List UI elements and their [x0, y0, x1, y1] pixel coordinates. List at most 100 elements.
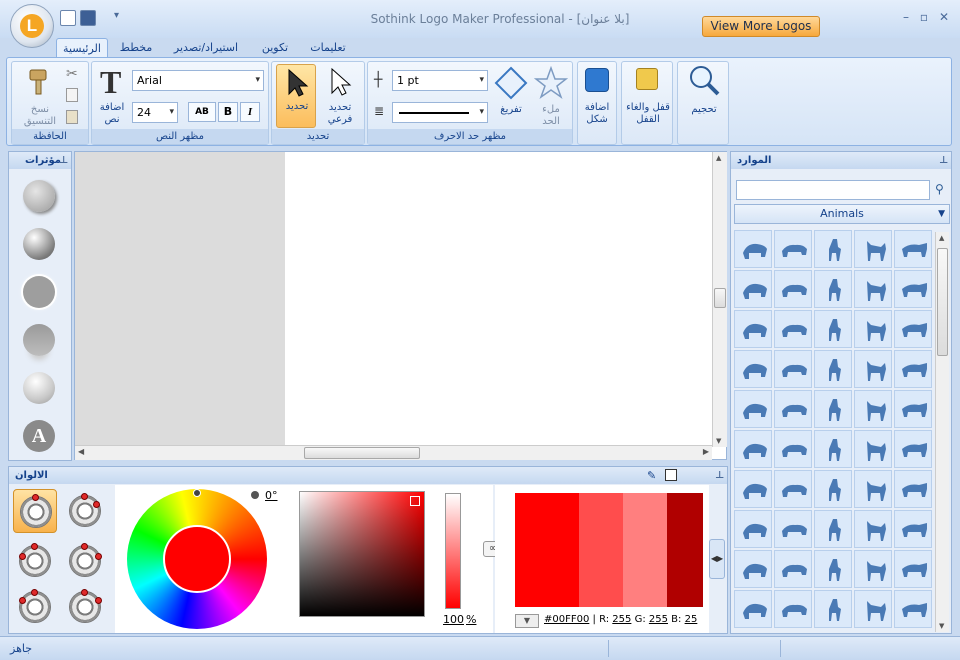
app-menu-button[interactable]: L — [10, 4, 54, 48]
format-painter-icon[interactable] — [24, 67, 56, 97]
resource-animal-item[interactable] — [774, 510, 812, 548]
resource-animal-item[interactable] — [734, 270, 772, 308]
resource-animal-item[interactable] — [774, 230, 812, 268]
resource-animal-item[interactable] — [734, 470, 772, 508]
star-stroke-icon[interactable] — [534, 66, 568, 100]
resource-animal-item[interactable] — [854, 470, 892, 508]
zoom-label[interactable]: تحجيم — [678, 104, 730, 116]
resource-animal-item[interactable] — [774, 430, 812, 468]
resource-animal-item[interactable] — [814, 350, 852, 388]
search-icon[interactable]: ⚲ — [935, 182, 944, 196]
lock-unlock-label[interactable]: قفل والغاء القفل — [622, 102, 674, 126]
line-style-select[interactable] — [392, 102, 488, 123]
tab-import-export[interactable]: استيراد/تصدير — [170, 38, 242, 58]
resource-scrollbar[interactable]: ▲ ▼ — [935, 232, 949, 632]
color-wheel[interactable] — [127, 489, 267, 629]
resource-animal-item[interactable] — [894, 270, 932, 308]
hexagon-shape-icon[interactable] — [585, 68, 609, 92]
resource-animal-item[interactable] — [774, 350, 812, 388]
font-size-select[interactable]: 24 — [132, 102, 178, 123]
angle-value[interactable]: 0° — [265, 489, 278, 502]
resource-animal-item[interactable] — [854, 390, 892, 428]
cut-icon[interactable]: ✂ — [66, 66, 78, 82]
drop-shadow-effect[interactable] — [23, 180, 55, 212]
resource-animal-item[interactable] — [894, 350, 932, 388]
resource-animal-item[interactable] — [814, 270, 852, 308]
font-select[interactable]: Arial — [132, 70, 264, 91]
linear-gradient-tool[interactable] — [63, 489, 107, 533]
resource-animal-item[interactable] — [814, 230, 852, 268]
resource-animal-item[interactable] — [734, 590, 772, 628]
tab-configure[interactable]: تكوين — [256, 38, 294, 58]
scroll-down-icon[interactable]: ▼ — [716, 437, 721, 445]
quick-access-menu-icon[interactable]: ▾ — [114, 10, 119, 21]
resource-animal-item[interactable] — [774, 310, 812, 348]
resource-animal-item[interactable] — [734, 510, 772, 548]
swatch-dark-red[interactable] — [667, 493, 703, 607]
resource-animal-item[interactable] — [854, 510, 892, 548]
resource-animal-item[interactable] — [734, 550, 772, 588]
ring-gradient-tool[interactable] — [63, 539, 107, 583]
resource-search-input[interactable] — [736, 180, 930, 200]
resource-animal-item[interactable] — [734, 390, 772, 428]
glow-effect[interactable] — [23, 276, 55, 308]
resource-animal-item[interactable] — [854, 550, 892, 588]
stroke-width-select[interactable]: 1 pt — [392, 70, 488, 91]
pin-icon[interactable]: ⊥ — [715, 467, 724, 484]
resource-animal-item[interactable] — [854, 590, 892, 628]
no-color-swatch[interactable] — [665, 469, 677, 481]
sv-handle[interactable] — [410, 496, 420, 506]
pin-icon[interactable]: ⊥ — [939, 152, 948, 169]
text-effect-icon[interactable]: A — [23, 420, 55, 452]
fill-label[interactable]: تفريغ — [494, 104, 528, 116]
swatch-light-red[interactable] — [579, 493, 623, 607]
resource-animal-item[interactable] — [854, 270, 892, 308]
resource-animal-item[interactable] — [774, 270, 812, 308]
hue-handle[interactable] — [193, 489, 201, 497]
bold-button[interactable]: B — [218, 102, 238, 122]
hex-value[interactable]: #00FF00 — [544, 614, 589, 625]
new-file-icon[interactable] — [60, 10, 76, 26]
save-icon[interactable] — [80, 10, 96, 26]
color-format-dropdown[interactable]: ▼ — [515, 614, 539, 628]
scroll-down-icon[interactable]: ▼ — [939, 622, 944, 630]
magnifier-icon[interactable] — [688, 64, 720, 96]
close-button[interactable]: ✕ — [934, 8, 954, 26]
fill-diamond-icon[interactable] — [494, 66, 528, 100]
resource-animal-item[interactable] — [894, 390, 932, 428]
add-shape-label[interactable]: اضافة شكل — [578, 102, 616, 126]
add-text-icon[interactable]: T — [100, 64, 121, 101]
eyedropper-icon[interactable]: ✎ — [647, 467, 656, 484]
resource-animal-item[interactable] — [854, 230, 892, 268]
tab-help[interactable]: تعليمات — [306, 38, 350, 58]
alpha-number[interactable]: 100 — [443, 613, 464, 626]
subselect-cursor-icon[interactable] — [328, 67, 352, 97]
saturation-value-square[interactable] — [299, 491, 425, 617]
square-gradient-tool[interactable] — [63, 585, 107, 629]
select-tool-button[interactable]: تحديد — [276, 64, 316, 128]
scroll-right-icon[interactable]: ▶ — [703, 447, 709, 456]
resource-animal-item[interactable] — [734, 350, 772, 388]
horizontal-scroll-thumb[interactable] — [304, 447, 420, 459]
conic-gradient-tool[interactable] — [13, 585, 57, 629]
resource-animal-item[interactable] — [854, 430, 892, 468]
resource-animal-item[interactable] — [894, 430, 932, 468]
canvas-vertical-scrollbar[interactable]: ▲ ▼ — [712, 152, 727, 447]
canvas-horizontal-scrollbar[interactable]: ◀ ▶ — [75, 445, 712, 460]
resource-animal-item[interactable] — [894, 590, 932, 628]
resource-animal-item[interactable] — [854, 350, 892, 388]
italic-button[interactable]: I — [240, 102, 260, 122]
maximize-button[interactable]: ▫ — [914, 8, 934, 26]
tab-home[interactable]: الرئيسية — [56, 38, 108, 58]
resource-animal-item[interactable] — [854, 310, 892, 348]
paste-icon[interactable] — [66, 110, 78, 124]
alpha-value[interactable]: 100% — [443, 613, 476, 626]
resource-animal-item[interactable] — [814, 590, 852, 628]
swatch-lighter-red[interactable] — [623, 493, 667, 607]
resource-animal-item[interactable] — [894, 470, 932, 508]
scroll-left-icon[interactable]: ◀ — [78, 447, 84, 456]
resource-animal-item[interactable] — [814, 510, 852, 548]
minimize-button[interactable]: – — [896, 8, 916, 26]
resource-animal-item[interactable] — [894, 510, 932, 548]
resource-animal-item[interactable] — [774, 550, 812, 588]
